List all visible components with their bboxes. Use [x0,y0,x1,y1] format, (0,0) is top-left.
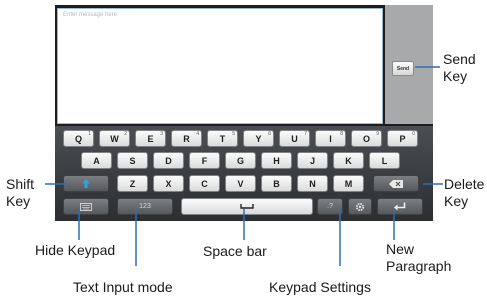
text-input-mode-callout: Text Input mode [73,279,173,295]
key-z[interactable]: Z [117,175,148,192]
key-w[interactable]: W2 [99,130,130,147]
key-p[interactable]: P0 [387,130,418,147]
key-n[interactable]: N [297,175,328,192]
key-number: 8 [340,131,343,137]
key-q[interactable]: Q1 [63,130,94,147]
return-arrow-icon [394,202,406,211]
delete-key-callout: Delete Key [444,176,484,210]
callout-line: Key [444,193,469,209]
key-label: T [219,133,226,144]
key-e[interactable]: E3 [135,130,166,147]
key-number: 1 [88,131,91,137]
key-k[interactable]: K [333,152,364,169]
send-button[interactable]: Send [392,61,414,76]
space-bar-key[interactable] [181,198,313,215]
key-o[interactable]: O9 [351,130,382,147]
key-v[interactable]: V [225,175,256,192]
key-number: 5 [232,131,235,137]
phone-screen: Enter message here Send Q1 W2 E3 R4 T5 Y… [55,5,433,221]
message-placeholder: Enter message here [63,12,118,18]
delete-key[interactable] [373,175,419,192]
key-t[interactable]: T5 [207,130,238,147]
new-paragraph-key[interactable] [377,198,423,215]
punctuation-key[interactable]: .? [317,198,343,215]
key-label: P [399,133,406,144]
key-b[interactable]: B [261,175,292,192]
key-label: R [183,133,190,144]
key-s[interactable]: S [117,152,148,169]
key-a[interactable]: A [81,152,112,169]
keypad-settings-key[interactable] [348,198,372,215]
hide-keypad-callout: Hide Keypad [35,242,116,258]
key-label: Y [255,133,262,144]
shift-arrow-icon [82,179,90,188]
callout-line: Send [443,51,476,67]
key-f[interactable]: F [189,152,220,169]
key-number: 6 [268,131,271,137]
key-d[interactable]: D [153,152,184,169]
key-i[interactable]: I8 [315,130,346,147]
key-label: U [291,133,298,144]
key-label: Q [74,133,82,144]
key-number: 9 [376,131,379,137]
keypad-settings-callout: Keypad Settings [269,279,371,295]
callout-line: Key [6,193,31,209]
key-m[interactable]: M [333,175,364,192]
message-input[interactable]: Enter message here [57,8,383,124]
shift-key[interactable] [63,175,109,192]
key-h[interactable]: H [261,152,292,169]
shift-key-callout: Shift Key [6,176,34,210]
space-bar-callout: Space bar [203,243,267,259]
key-number: 0 [412,131,415,137]
text-input-mode-key[interactable]: 123 [117,198,173,215]
key-number: 7 [304,131,307,137]
send-key-callout: Send Key [443,51,476,85]
callout-line: Paragraph [386,258,452,274]
key-label: E [147,133,154,144]
key-number: 4 [196,131,199,137]
key-r[interactable]: R4 [171,130,202,147]
hide-keypad-key[interactable] [63,198,109,215]
key-c[interactable]: C [189,175,220,192]
key-number: 3 [160,131,163,137]
key-label: W [110,133,119,144]
backspace-icon [389,179,403,188]
new-paragraph-callout: New Paragraph [386,241,451,275]
key-l[interactable]: L [369,152,400,169]
callout-line: Delete [444,176,485,192]
keyboard-icon [80,202,92,211]
keyboard: Q1 W2 E3 R4 T5 Y6 U7 I8 O9 P0 A S D F G … [55,126,433,221]
callout-line: New [386,241,415,257]
callout-line: Key [443,68,468,84]
key-label: O [362,133,370,144]
callout-line: Shift [6,176,35,192]
key-y[interactable]: Y6 [243,130,274,147]
key-g[interactable]: G [225,152,256,169]
key-j[interactable]: J [297,152,328,169]
gear-icon [355,202,365,211]
key-x[interactable]: X [153,175,184,192]
key-label: I [329,133,332,144]
key-number: 2 [124,131,127,137]
space-bracket-icon [240,204,254,209]
key-u[interactable]: U7 [279,130,310,147]
